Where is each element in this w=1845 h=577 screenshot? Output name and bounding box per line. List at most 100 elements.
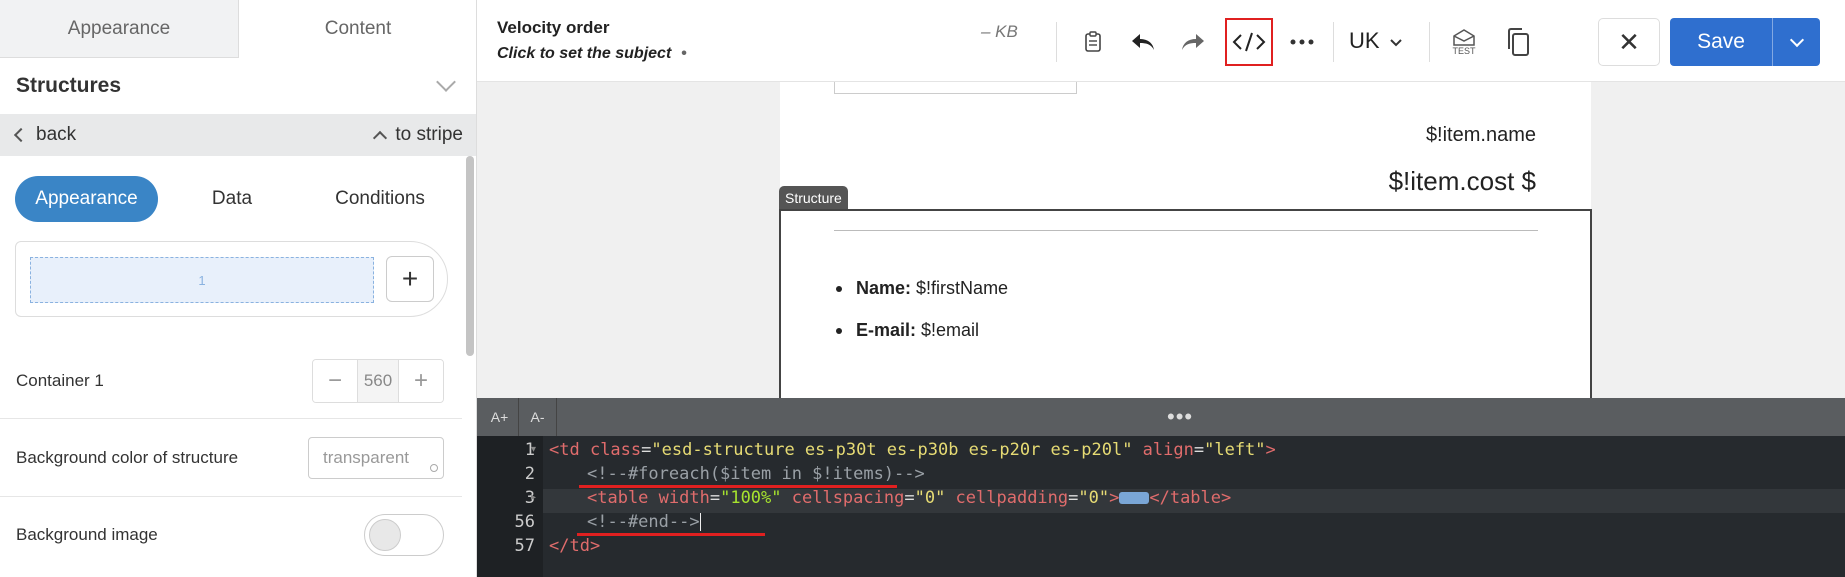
resize-handle[interactable]: •••	[1167, 404, 1193, 430]
image-block[interactable]	[834, 82, 1077, 94]
code-token: =	[709, 488, 721, 508]
language-dropdown-button[interactable]	[1381, 18, 1411, 66]
code-token: cellpadding	[945, 488, 1069, 508]
chevron-down-icon	[436, 72, 456, 92]
test-email-button[interactable]: TEST	[1440, 18, 1488, 66]
clipboard-button[interactable]	[1069, 18, 1117, 66]
save-button[interactable]: Save	[1670, 30, 1772, 54]
divider	[1056, 22, 1057, 62]
section-title: Structures	[16, 74, 122, 97]
code-line[interactable]: <table width="100%" cellspacing="0" cell…	[587, 488, 1231, 508]
container-label: Container 1	[16, 370, 104, 390]
clipboard-icon	[1085, 31, 1101, 52]
code-token: class	[579, 440, 642, 460]
bg-color-input[interactable]: transparent	[308, 436, 444, 479]
item-name-text[interactable]: $!item.name	[1426, 124, 1536, 147]
code-line[interactable]: <!--#end-->	[587, 512, 701, 532]
code-token: =	[904, 488, 915, 508]
container-width-row: Container 1 − 560 +	[0, 343, 462, 419]
language-selector[interactable]: UK	[1349, 28, 1380, 54]
text-cursor	[699, 513, 701, 531]
code-line[interactable]: </td>	[549, 536, 600, 556]
segment-data[interactable]: Data	[158, 188, 306, 210]
code-token: width	[648, 488, 710, 508]
email-editor-app: Appearance Content Structures back to st…	[0, 0, 1845, 577]
structure-tag[interactable]: Structure	[779, 186, 848, 210]
copy-icon	[1508, 28, 1529, 56]
code-token: "left"	[1204, 440, 1266, 460]
code-token: >	[1265, 440, 1276, 460]
redo-icon	[1182, 34, 1204, 50]
save-button-group: Save	[1670, 18, 1820, 66]
code-line[interactable]: <!--#foreach($item in $!items)-->	[587, 464, 925, 484]
divider	[1429, 22, 1430, 62]
code-token: "esd-structure es-p30t es-p30b es-p20r e…	[651, 440, 1133, 460]
subject-label: Click to set the subject	[497, 45, 672, 62]
test-icon	[1453, 29, 1475, 46]
folded-code-marker[interactable]	[1119, 492, 1150, 504]
item-cost-text[interactable]: $!item.cost $	[1389, 166, 1536, 197]
settings-segmented-control: Appearance Data Conditions	[15, 176, 455, 222]
to-stripe-label: to stripe	[395, 124, 463, 145]
code-token: "0"	[914, 488, 946, 508]
chevron-up-icon	[373, 130, 388, 146]
container-width-stepper: − 560 +	[312, 358, 444, 403]
code-token: <!--#end-->	[587, 512, 700, 532]
subject-field[interactable]: Click to set the subject •	[497, 45, 687, 63]
save-options-button[interactable]	[1772, 18, 1820, 66]
copy-button[interactable]	[1494, 18, 1542, 66]
code-token: "100%"	[720, 488, 782, 508]
more-options-button[interactable]	[1278, 18, 1326, 66]
code-token: =	[1193, 440, 1205, 460]
code-line[interactable]: <td class = "esd-structure es-p30t es-p30b…	[549, 440, 1276, 460]
code-editor-button[interactable]	[1225, 18, 1273, 66]
column-layout: 1 +	[15, 241, 448, 317]
highlight-underline	[577, 533, 765, 536]
column-cell[interactable]: 1	[30, 257, 374, 303]
decrement-button[interactable]: −	[313, 359, 357, 402]
code-token: <table	[587, 488, 649, 508]
bg-image-label: Background image	[16, 525, 158, 544]
code-icon	[1232, 32, 1266, 52]
to-stripe-button[interactable]: to stripe	[373, 124, 463, 146]
segment-conditions[interactable]: Conditions	[306, 188, 454, 210]
selected-structure-outline	[779, 209, 1592, 398]
add-column-button[interactable]: +	[386, 256, 434, 302]
undo-button[interactable]	[1119, 18, 1167, 66]
back-label: back	[36, 124, 77, 145]
tab-content[interactable]: Content	[239, 0, 476, 58]
structures-header[interactable]: Structures	[0, 58, 476, 114]
increment-button[interactable]: +	[399, 359, 443, 402]
subject-dot: •	[681, 45, 687, 62]
color-picker-icon	[430, 463, 438, 472]
panel-tabs: Appearance Content	[0, 0, 476, 58]
more-icon	[1290, 39, 1314, 45]
editor-toolbar: A+ A- •••	[477, 398, 1845, 436]
panel-scrollbar[interactable]	[466, 156, 474, 356]
template-title[interactable]: Velocity order	[497, 18, 609, 38]
code-token: >	[1109, 488, 1120, 508]
segment-appearance[interactable]: Appearance	[15, 176, 158, 222]
chevron-down-icon	[1390, 38, 1402, 46]
fold-icon[interactable]: ▸	[531, 492, 536, 503]
close-button[interactable]: ✕	[1598, 18, 1660, 66]
font-increase-button[interactable]: A+	[481, 398, 519, 436]
back-button[interactable]: back	[13, 124, 77, 146]
toggle-knob	[369, 519, 401, 551]
font-decrease-button[interactable]: A-	[519, 398, 557, 436]
code-editor: A+ A- ••• 1 ▾ 2 3 ▸ 56 57 <td class="esd…	[477, 398, 1845, 577]
line-number: 2	[524, 464, 535, 484]
chevron-down-icon	[1789, 32, 1804, 47]
code-token: "0"	[1078, 488, 1110, 508]
code-token: <td	[549, 440, 580, 460]
undo-icon	[1132, 34, 1154, 50]
bg-image-row: Background image	[0, 497, 462, 573]
tab-appearance[interactable]: Appearance	[0, 0, 239, 58]
divider	[1333, 22, 1334, 62]
bg-image-toggle[interactable]	[364, 514, 444, 556]
breadcrumb-bar: back to stripe	[0, 114, 476, 156]
chevron-left-icon	[13, 127, 29, 143]
container-width-input[interactable]: 560	[357, 359, 399, 402]
fold-icon[interactable]: ▾	[531, 444, 536, 455]
redo-button[interactable]	[1169, 18, 1217, 66]
